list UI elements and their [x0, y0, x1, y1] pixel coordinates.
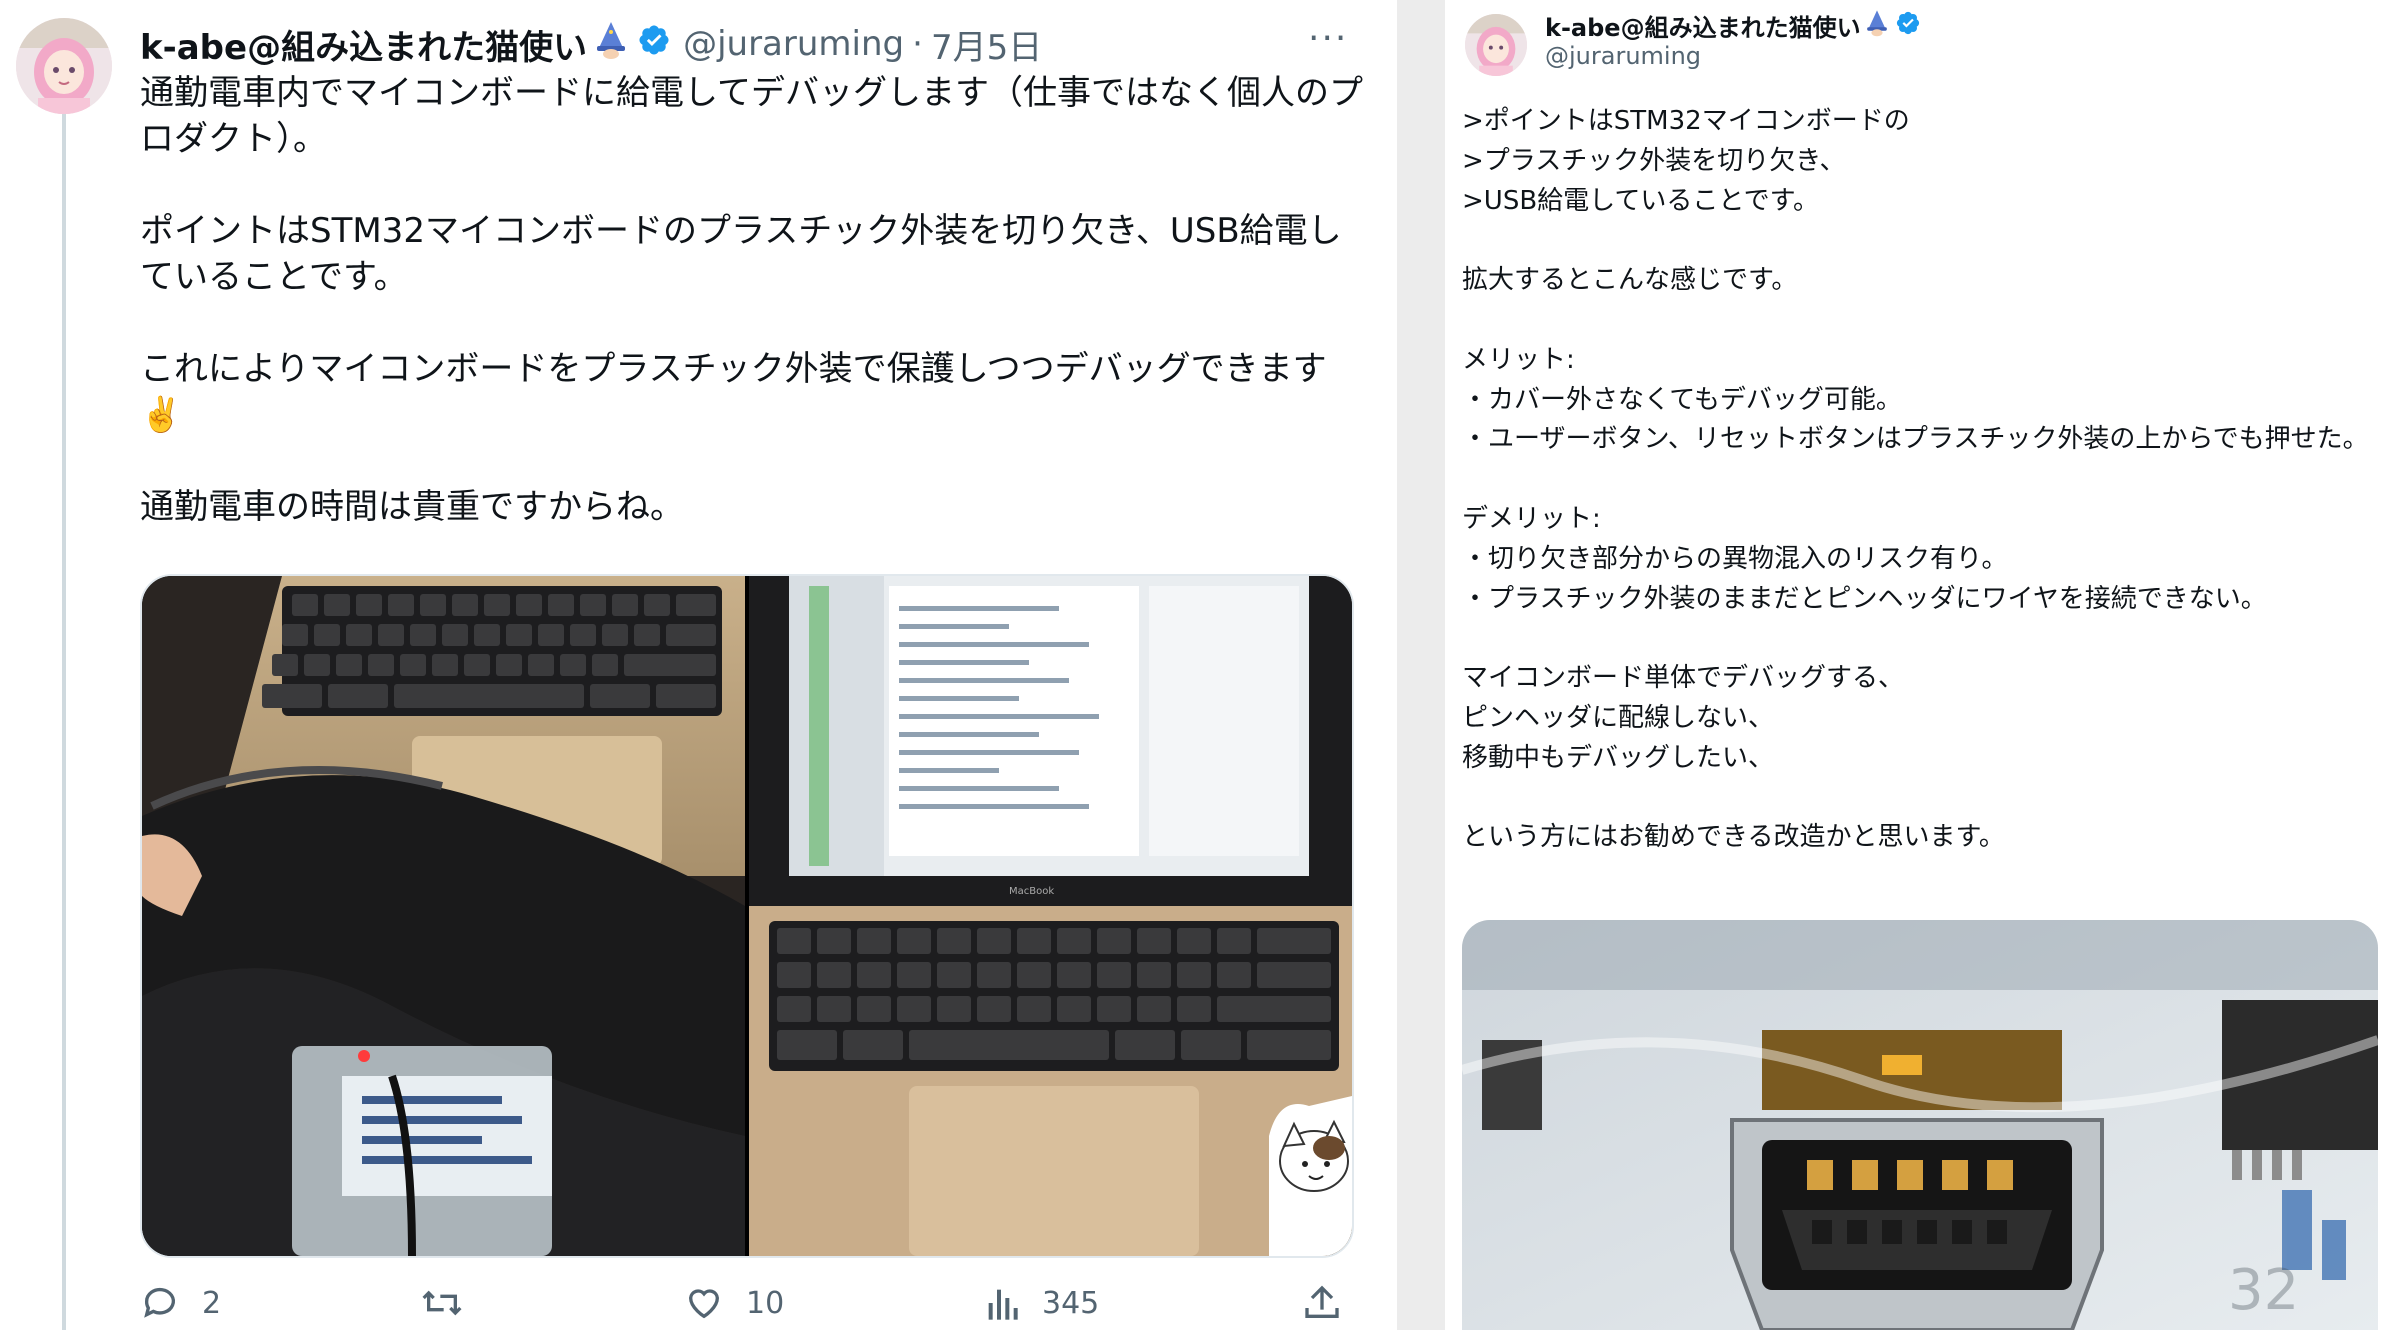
- timestamp[interactable]: 7月5日: [931, 20, 1042, 69]
- views-button[interactable]: 345: [984, 1283, 1099, 1323]
- like-icon: [688, 1289, 720, 1319]
- view-count: 345: [1042, 1285, 1100, 1321]
- display-name[interactable]: k-abe@組み込まれた猫使い: [140, 20, 587, 69]
- reply-handle[interactable]: @juraruming: [1545, 42, 1701, 70]
- photo-laptop-bag[interactable]: [142, 576, 745, 1256]
- avatar[interactable]: [16, 18, 112, 114]
- reply-text: >ポイントはSTM32マイコンボードの >プラスチック外装を切り欠き、 >USB…: [1462, 106, 2369, 853]
- retweet-icon: [422, 1290, 462, 1316]
- tweet-text: 通勤電車内でマイコンボードに給電してデバッグします（仕事ではなく個人のプロダクト…: [140, 73, 1363, 527]
- reply-header: k-abe@組み込まれた猫使い: [1545, 8, 1921, 43]
- share-icon: [1305, 1285, 1339, 1318]
- reply-icon: [144, 1287, 175, 1318]
- reply-display-name[interactable]: k-abe@組み込まれた猫使い: [1545, 8, 1861, 43]
- svg-text:MacBook: MacBook: [1009, 886, 1054, 897]
- tweet-header: k-abe@組み込まれた猫使い @juraruming · 7月5日: [140, 16, 1042, 72]
- reply-wizard-emoji-icon: [1863, 9, 1891, 43]
- reply-verified-badge-icon[interactable]: [1895, 10, 1921, 42]
- views-icon: [988, 1289, 1018, 1320]
- page-number: 32: [2228, 1258, 2300, 1323]
- more-icon[interactable]: ···: [1308, 18, 1348, 59]
- like-count: 10: [746, 1285, 785, 1321]
- reply-count: 2: [202, 1285, 222, 1321]
- like-button[interactable]: 10: [684, 1283, 784, 1323]
- share-button[interactable]: [1302, 1283, 1364, 1323]
- thread-line: [62, 110, 66, 1330]
- panel-divider: [1397, 0, 1445, 1330]
- reply-avatar[interactable]: [1465, 14, 1527, 76]
- separator: ·: [912, 24, 923, 64]
- reply-button[interactable]: 2: [140, 1283, 221, 1323]
- tweet-actions: 2 10 345: [0, 1283, 1397, 1333]
- photo-laptop-ide[interactable]: MacBook: [749, 576, 1352, 1256]
- wizard-emoji-icon: [591, 20, 631, 69]
- tweet-media[interactable]: MacBook: [140, 574, 1354, 1258]
- verified-badge-icon[interactable]: [637, 23, 671, 66]
- retweet-button[interactable]: [420, 1283, 486, 1323]
- handle[interactable]: @juraruming: [683, 24, 904, 64]
